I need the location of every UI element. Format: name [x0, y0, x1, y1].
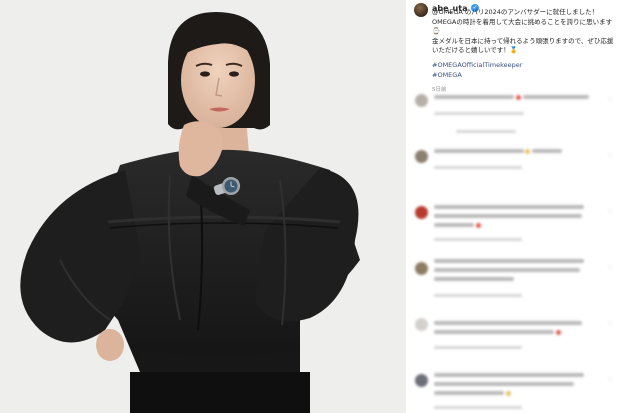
- avatar: [415, 150, 428, 163]
- heart-icon[interactable]: ♡: [607, 209, 613, 216]
- hashtag-link[interactable]: #OMEGA: [432, 71, 617, 81]
- post-caption: @OMEGA のパリ2024のアンバサダーに就任しました！ OMEGAの時計を着…: [432, 8, 617, 96]
- caption-line: 金メダルを日本に持って帰れるよう頑張りますので、ぜひ応援: [432, 36, 614, 45]
- blurred-comment[interactable]: ♡: [406, 256, 620, 312]
- avatar: [415, 206, 428, 219]
- heart-icon[interactable]: ♡: [607, 265, 613, 272]
- heart-icon[interactable]: ♡: [607, 377, 613, 384]
- heart-icon[interactable]: ♡: [607, 321, 613, 328]
- avatar: [415, 374, 428, 387]
- comment-list: ♡ ♡ ♡ ♡ ♡ ♡: [406, 88, 620, 413]
- caption-line: いただけると嬉しいです！🏅: [432, 46, 518, 55]
- blurred-comment[interactable]: ♡: [406, 88, 620, 144]
- avatar: [415, 318, 428, 331]
- hashtag-link[interactable]: #OMEGAOfficialTimekeeper: [432, 61, 617, 71]
- caption-line: @OMEGA のパリ2024のアンバサダーに就任しました！: [432, 8, 599, 16]
- avatar: [415, 262, 428, 275]
- blurred-comment[interactable]: ♡: [406, 200, 620, 256]
- heart-icon[interactable]: ♡: [607, 97, 613, 104]
- avatar[interactable]: [414, 3, 428, 17]
- blurred-comment[interactable]: ♡: [406, 144, 620, 200]
- blurred-comment[interactable]: ♡: [406, 312, 620, 368]
- caption-line: ⌚: [432, 27, 441, 36]
- comments-panel: abe_uta ✓ @OMEGA のパリ2024のアンバサダーに就任しました！ …: [405, 0, 620, 413]
- heart-icon[interactable]: ♡: [607, 153, 613, 160]
- avatar: [415, 94, 428, 107]
- blurred-comment[interactable]: ♡: [406, 368, 620, 413]
- athlete-portrait-illustration: [0, 0, 405, 413]
- post-photo[interactable]: [0, 0, 405, 413]
- caption-line: OMEGAの時計を着用して大会に挑めることを誇りに思います: [432, 17, 613, 26]
